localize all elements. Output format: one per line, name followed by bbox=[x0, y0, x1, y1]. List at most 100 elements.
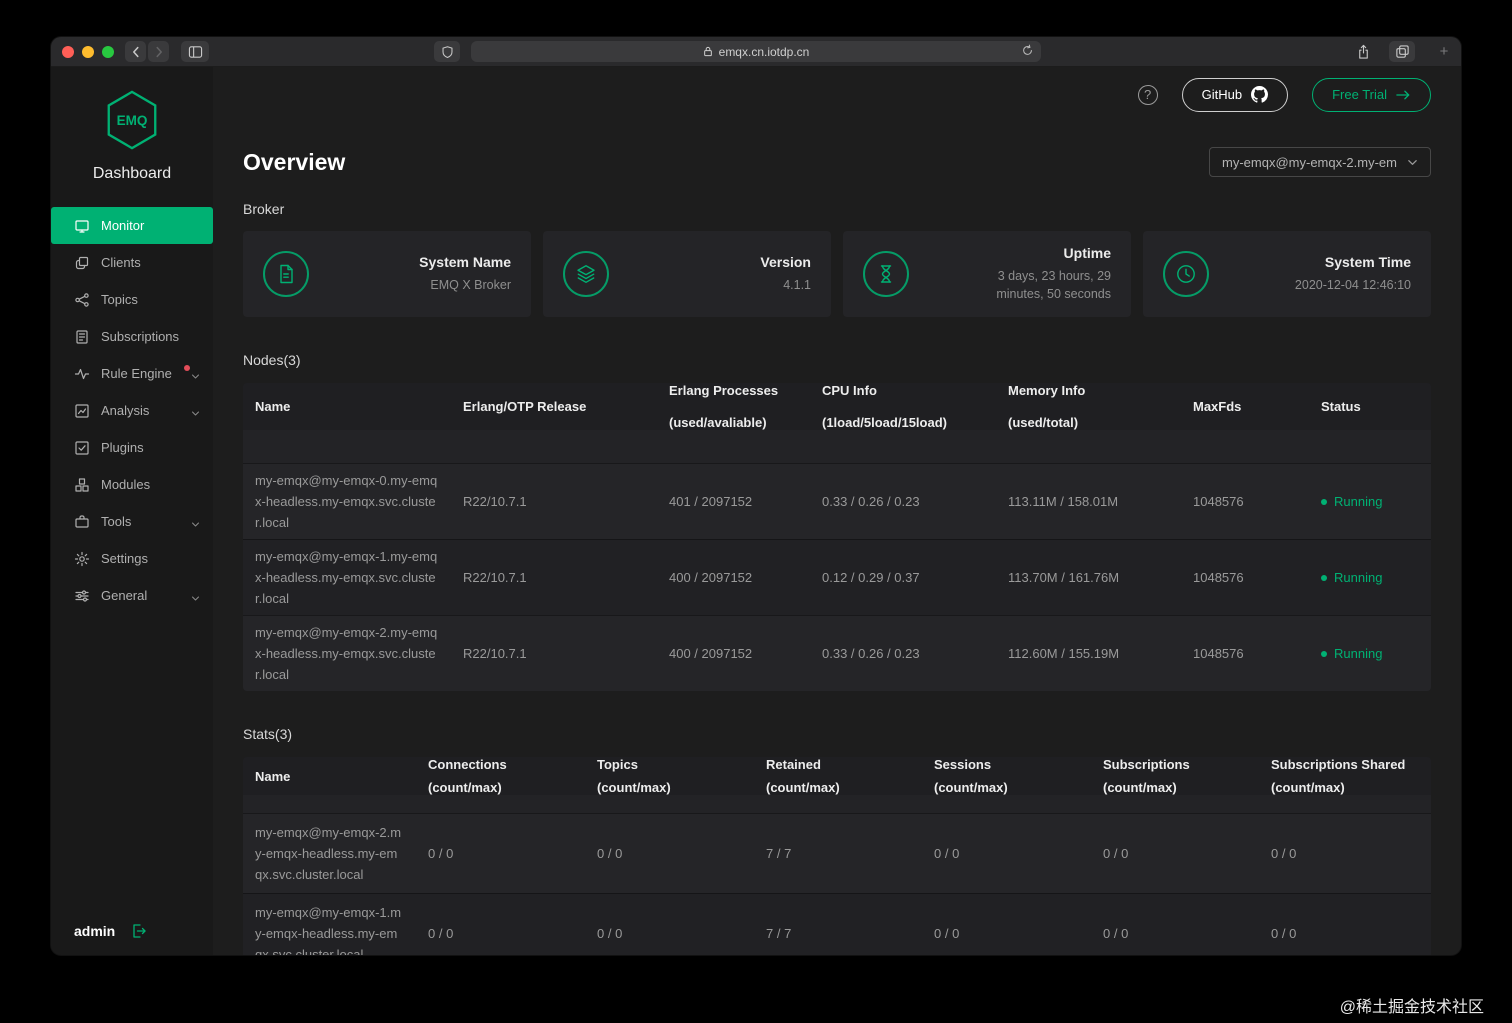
stat-connections: 0 / 0 bbox=[416, 814, 585, 893]
github-icon bbox=[1251, 86, 1268, 103]
sidebar-item-analysis[interactable]: Analysis bbox=[51, 392, 213, 429]
sidebar-item-clients[interactable]: Clients bbox=[51, 244, 213, 281]
privacy-shield-button[interactable] bbox=[434, 41, 460, 62]
status-badge: Running bbox=[1321, 494, 1382, 509]
rule-engine-icon bbox=[74, 366, 90, 382]
column-header: Status bbox=[1309, 383, 1431, 430]
emq-logo: EMQ bbox=[51, 67, 213, 156]
sidebar: EMQ Dashboard Monitor Clients bbox=[51, 67, 213, 955]
minimize-button[interactable] bbox=[82, 46, 94, 58]
browser-window: emqx.cn.iotdp.cn + bbox=[51, 37, 1461, 955]
card-text: Uptime 3 days, 23 hours, 29 minutes, 50 … bbox=[973, 245, 1111, 303]
column-header: Connections(count/max) bbox=[416, 757, 585, 795]
document-icon bbox=[263, 251, 309, 297]
page-head: Overview my-emqx@my-emqx-2.my-em bbox=[243, 147, 1431, 177]
address-bar[interactable]: emqx.cn.iotdp.cn bbox=[471, 41, 1041, 62]
sidebar-item-general[interactable]: General bbox=[51, 577, 213, 614]
broker-cards: System Name EMQ X Broker Version 4.1.1 bbox=[243, 231, 1431, 317]
browser-toolbar: emqx.cn.iotdp.cn + bbox=[51, 37, 1461, 67]
column-header: Name bbox=[243, 383, 451, 430]
node-processes: 400 / 2097152 bbox=[657, 540, 810, 615]
logout-icon[interactable] bbox=[131, 923, 147, 939]
close-button[interactable] bbox=[62, 46, 74, 58]
forward-icon bbox=[152, 45, 166, 59]
card-text: System Time 2020-12-04 12:46:10 bbox=[1295, 254, 1411, 295]
sidebar-item-label: Modules bbox=[101, 477, 150, 492]
stat-topics: 0 / 0 bbox=[585, 814, 754, 893]
node-otp: R22/10.7.1 bbox=[451, 616, 657, 691]
notification-dot bbox=[184, 365, 190, 371]
sidebar-item-modules[interactable]: Modules bbox=[51, 466, 213, 503]
card-value: 4.1.1 bbox=[760, 277, 811, 295]
sidebar-item-monitor[interactable]: Monitor bbox=[51, 207, 213, 244]
dashboard-title: Dashboard bbox=[51, 165, 213, 183]
table-row: my-emqx@my-emqx-1.my-emqx-headless.my-em… bbox=[243, 893, 1431, 955]
card-value: 3 days, 23 hours, 29 minutes, 50 seconds bbox=[973, 268, 1111, 303]
forward-button[interactable] bbox=[148, 41, 169, 62]
sidebar-item-tools[interactable]: Tools bbox=[51, 503, 213, 540]
sidebar-item-label: General bbox=[101, 588, 147, 603]
stat-sessions: 0 / 0 bbox=[922, 814, 1091, 893]
screenshot-stage: emqx.cn.iotdp.cn + bbox=[0, 0, 1512, 1023]
zoom-button[interactable] bbox=[102, 46, 114, 58]
window-controls bbox=[62, 46, 114, 58]
chevron-down-icon bbox=[191, 369, 200, 384]
table-row: my-emqx@my-emqx-0.my-emqx-headless.my-em… bbox=[243, 463, 1431, 539]
table-row: my-emqx@my-emqx-2.my-emqx-headless.my-em… bbox=[243, 813, 1431, 893]
emq-hexagon-icon: EMQ bbox=[104, 89, 160, 151]
new-tab-button[interactable]: + bbox=[1435, 41, 1453, 62]
stats-section-label: Stats(3) bbox=[243, 726, 1431, 742]
stat-connections: 0 / 0 bbox=[416, 894, 585, 955]
card-uptime: Uptime 3 days, 23 hours, 29 minutes, 50 … bbox=[843, 231, 1131, 317]
monitor-icon bbox=[74, 218, 90, 234]
node-processes: 400 / 2097152 bbox=[657, 616, 810, 691]
shield-icon bbox=[441, 45, 454, 59]
github-button[interactable]: GitHub bbox=[1182, 78, 1288, 112]
sidebar-item-topics[interactable]: Topics bbox=[51, 281, 213, 318]
sidebar-item-subscriptions[interactable]: Subscriptions bbox=[51, 318, 213, 355]
node-memory: 113.11M / 158.01M bbox=[996, 464, 1181, 539]
reload-button[interactable] bbox=[1021, 44, 1034, 60]
node-cpu: 0.33 / 0.26 / 0.23 bbox=[810, 616, 996, 691]
node-memory: 113.70M / 161.76M bbox=[996, 540, 1181, 615]
node-selector-dropdown[interactable]: my-emqx@my-emqx-2.my-em bbox=[1209, 147, 1431, 177]
share-button[interactable] bbox=[1351, 41, 1375, 62]
plugins-icon bbox=[74, 440, 90, 456]
gear-icon bbox=[74, 551, 90, 567]
node-otp: R22/10.7.1 bbox=[451, 464, 657, 539]
stat-retained: 7 / 7 bbox=[754, 814, 922, 893]
sidebar-item-settings[interactable]: Settings bbox=[51, 540, 213, 577]
card-title: System Name bbox=[419, 254, 511, 270]
user-row: admin bbox=[74, 923, 147, 939]
card-system-name: System Name EMQ X Broker bbox=[243, 231, 531, 317]
status-badge: Running bbox=[1321, 646, 1382, 661]
nodes-section-label: Nodes(3) bbox=[243, 352, 1431, 368]
help-button[interactable]: ? bbox=[1138, 85, 1158, 105]
node-maxfds: 1048576 bbox=[1181, 616, 1309, 691]
node-maxfds: 1048576 bbox=[1181, 540, 1309, 615]
node-maxfds: 1048576 bbox=[1181, 464, 1309, 539]
clients-icon bbox=[74, 255, 90, 271]
sidebar-item-label: Monitor bbox=[101, 218, 144, 233]
chevron-down-icon bbox=[191, 406, 200, 421]
status-badge: Running bbox=[1321, 570, 1382, 585]
hourglass-icon bbox=[863, 251, 909, 297]
sidebar-item-label: Analysis bbox=[101, 403, 149, 418]
tools-icon bbox=[74, 514, 90, 530]
chevron-down-icon bbox=[191, 517, 200, 532]
free-trial-label: Free Trial bbox=[1332, 87, 1387, 102]
chevron-down-icon bbox=[1407, 157, 1418, 168]
sidebar-item-rule-engine[interactable]: Rule Engine bbox=[51, 355, 213, 392]
stats-table: Name Connections(count/max) Topics(count… bbox=[243, 757, 1431, 955]
subscriptions-icon bbox=[74, 329, 90, 345]
sidebar-toggle-button[interactable] bbox=[181, 41, 209, 62]
url-text: emqx.cn.iotdp.cn bbox=[719, 45, 810, 59]
back-button[interactable] bbox=[125, 41, 146, 62]
free-trial-button[interactable]: Free Trial bbox=[1312, 78, 1431, 112]
sidebar-item-plugins[interactable]: Plugins bbox=[51, 429, 213, 466]
tab-overview-button[interactable] bbox=[1389, 41, 1415, 62]
column-header: Name bbox=[243, 757, 416, 795]
node-cpu: 0.12 / 0.29 / 0.37 bbox=[810, 540, 996, 615]
sliders-icon bbox=[74, 588, 90, 604]
stat-subscriptions: 0 / 0 bbox=[1091, 894, 1259, 955]
